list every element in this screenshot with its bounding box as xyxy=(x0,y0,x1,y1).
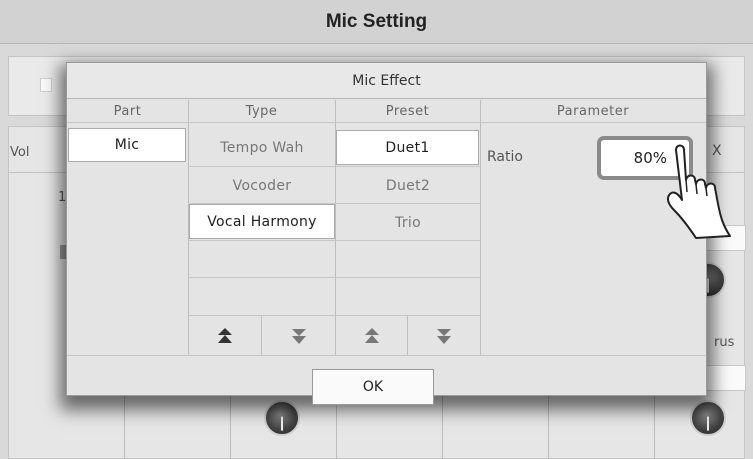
background-vol-label: Vol xyxy=(10,145,30,160)
double-down-arrow-icon xyxy=(437,329,451,344)
type-item-empty[interactable] xyxy=(189,278,335,315)
background-column-divider xyxy=(230,385,231,459)
column-header-type: Type xyxy=(245,103,278,119)
background-column-divider xyxy=(124,385,125,459)
background-checkbox[interactable] xyxy=(40,78,52,92)
background-column-divider xyxy=(548,385,549,459)
double-down-arrow-icon xyxy=(291,329,306,344)
preset-item-empty[interactable] xyxy=(336,278,480,315)
type-item-vocal-harmony[interactable]: Vocal Harmony xyxy=(189,204,335,239)
background-column-divider xyxy=(654,385,655,459)
type-item-tempo-wah[interactable]: Tempo Wah xyxy=(189,129,335,166)
type-item-empty[interactable] xyxy=(189,241,335,278)
background-chorus-label: rus xyxy=(714,335,735,350)
part-item-mic[interactable]: Mic xyxy=(68,128,186,162)
preset-item-trio[interactable]: Trio xyxy=(336,204,480,241)
background-knob-3-icon[interactable] xyxy=(264,400,300,436)
mic-effect-dialog: Mic Effect Part Type Preset Parameter Mi… xyxy=(66,62,707,405)
column-header-preset: Preset xyxy=(385,103,430,119)
grid-line xyxy=(67,122,706,123)
column-header-parameter: Parameter xyxy=(556,103,630,119)
parameter-label-ratio: Ratio xyxy=(487,149,523,165)
grid-line xyxy=(480,100,481,355)
preset-scroll-up-button[interactable] xyxy=(336,316,407,356)
double-up-arrow-icon xyxy=(218,328,232,343)
type-scroll-down-button[interactable] xyxy=(262,316,335,356)
background-value-field-2[interactable] xyxy=(706,365,746,391)
preset-scroll-down-button[interactable] xyxy=(408,316,480,356)
preset-item-empty[interactable] xyxy=(336,241,480,278)
column-header-part: Part xyxy=(113,103,142,119)
preset-item-duet1[interactable]: Duet1 xyxy=(336,130,479,165)
type-scroll-up-button[interactable] xyxy=(189,316,261,356)
preset-item-duet2[interactable]: Duet2 xyxy=(336,167,480,204)
screen-title: Mic Setting xyxy=(0,0,753,44)
type-item-vocoder[interactable]: Vocoder xyxy=(189,167,335,204)
background-column-divider xyxy=(442,385,443,459)
background-knob-2-icon[interactable] xyxy=(690,400,726,436)
pointing-hand-icon xyxy=(666,144,731,239)
ok-button[interactable]: OK xyxy=(312,369,434,405)
double-up-arrow-icon xyxy=(364,328,379,343)
dialog-title: Mic Effect xyxy=(67,63,706,99)
